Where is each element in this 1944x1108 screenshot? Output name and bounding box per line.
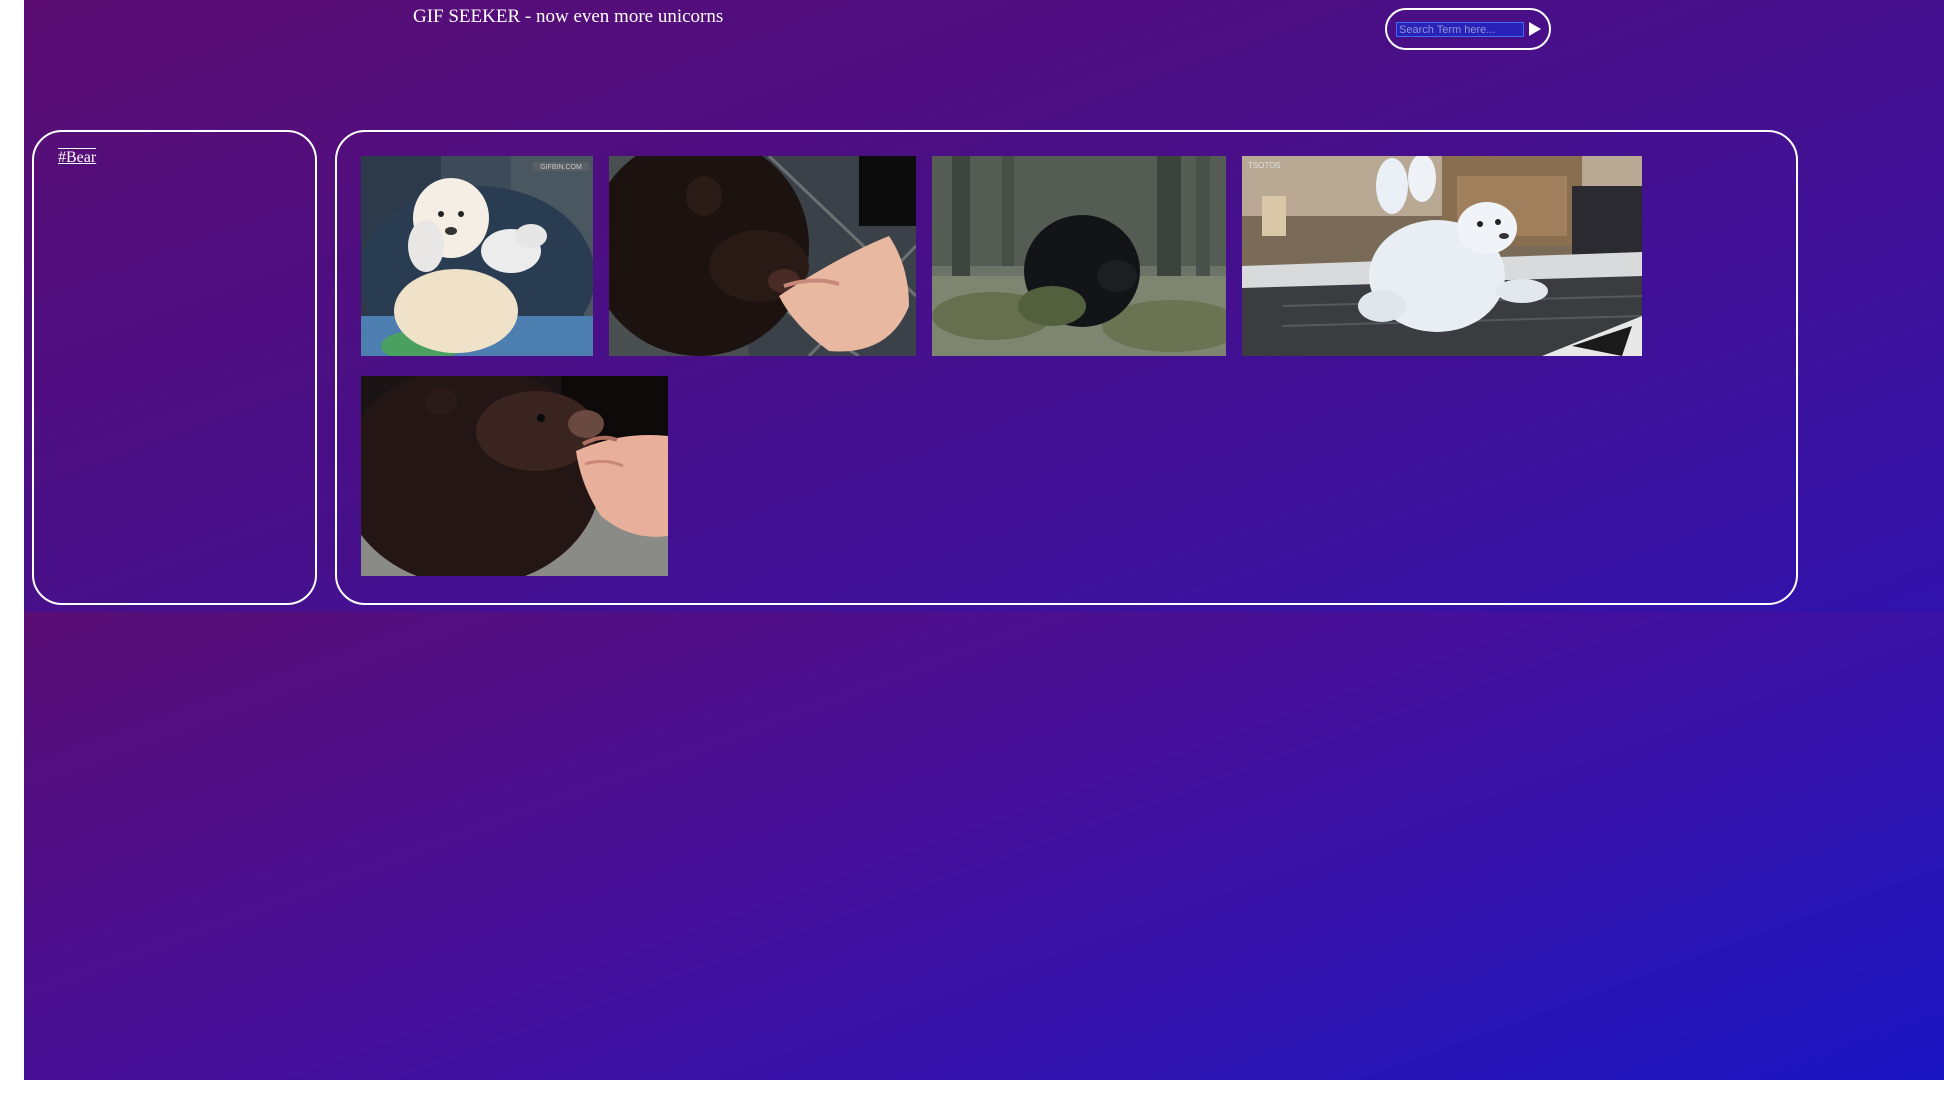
app-background: GIF SEEKER - now even more unicorns #Bea… bbox=[24, 0, 1944, 1080]
gif-polar-bear-cub-on-back[interactable]: TSOTOS bbox=[1242, 156, 1642, 356]
gif-image: GIFBIN.COM bbox=[361, 156, 593, 356]
search-input[interactable] bbox=[1396, 22, 1524, 37]
search-form bbox=[1385, 8, 1551, 50]
gif-image bbox=[361, 376, 668, 576]
gif-image bbox=[609, 156, 916, 356]
tag-link-bear[interactable]: #Bear bbox=[58, 148, 97, 167]
gif-polar-bear-cub-gloved-hands[interactable]: GIFBIN.COM bbox=[361, 156, 593, 356]
page-title: GIF SEEKER - now even more unicorns bbox=[413, 6, 724, 27]
gif-image bbox=[932, 156, 1226, 356]
search-submit-button[interactable] bbox=[1527, 19, 1543, 39]
gif-black-bear-cub-eating-from-hand[interactable] bbox=[361, 376, 668, 576]
gif-watermark: GIFBIN.COM bbox=[540, 164, 582, 171]
gif-black-bear-in-forest[interactable] bbox=[932, 156, 1226, 356]
results-panel: GIFBIN.COM TSOTOS bbox=[335, 130, 1798, 605]
page-lower-band bbox=[24, 612, 1944, 1080]
gif-image: TSOTOS bbox=[1242, 156, 1642, 356]
gif-watermark: TSOTOS bbox=[1248, 161, 1281, 170]
tags-panel: #Bear bbox=[32, 130, 317, 605]
gif-black-bear-cub-licking-hand[interactable] bbox=[609, 156, 916, 356]
play-triangle-icon bbox=[1529, 22, 1541, 36]
